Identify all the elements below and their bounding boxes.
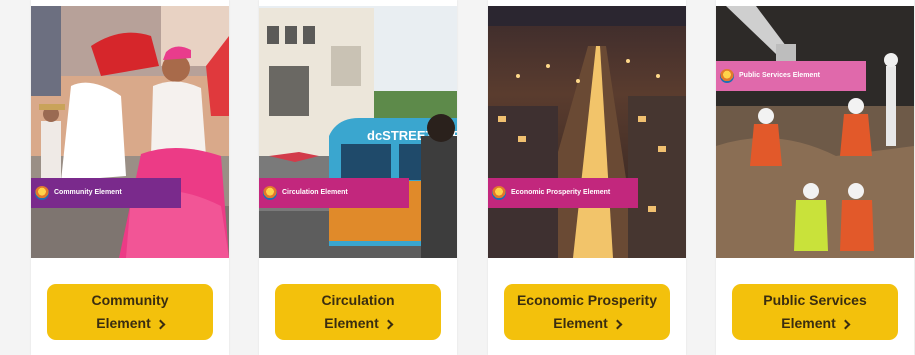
streetcar-photo: dcSTREETCAR bbox=[259, 6, 457, 258]
cover-title: Circulation Element bbox=[282, 189, 348, 197]
community-element-button[interactable]: Community Element bbox=[47, 284, 213, 340]
button-line-2: Element bbox=[324, 315, 379, 331]
button-line-2: Element bbox=[553, 315, 608, 331]
cover-title: Economic Prosperity Element bbox=[511, 189, 611, 197]
community-element-card: Community Element Community Element bbox=[31, 0, 229, 355]
community-element-cover[interactable]: Community Element bbox=[31, 6, 229, 258]
construction-workers-photo bbox=[716, 6, 914, 258]
circulation-element-card: dcSTREETCAR Circulation Element Circulat… bbox=[259, 0, 457, 355]
button-line-2: Element bbox=[96, 315, 151, 331]
button-line-1: Public Services bbox=[763, 292, 867, 308]
cover-title-band: Public Services Element bbox=[716, 61, 866, 91]
element-card-row: Community Element Community Element dcST… bbox=[0, 0, 915, 355]
chevron-right-icon bbox=[383, 319, 394, 329]
plan-logo-icon bbox=[263, 186, 277, 200]
circulation-element-cover[interactable]: dcSTREETCAR Circulation Element bbox=[259, 6, 457, 258]
cover-title-band: Circulation Element bbox=[259, 178, 409, 208]
economic-prosperity-element-button[interactable]: Economic Prosperity Element bbox=[504, 284, 670, 340]
economic-prosperity-element-cover[interactable]: Economic Prosperity Element bbox=[488, 6, 686, 258]
button-line-1: Community bbox=[91, 292, 169, 308]
dancer-photo bbox=[31, 6, 229, 258]
plan-logo-icon bbox=[720, 69, 734, 83]
button-line-2: Element bbox=[781, 315, 836, 331]
chevron-right-icon bbox=[155, 319, 166, 329]
button-line-1: Economic Prosperity bbox=[516, 292, 658, 308]
public-services-element-button[interactable]: Public Services Element bbox=[732, 284, 898, 340]
chevron-right-icon bbox=[612, 319, 623, 329]
public-services-element-cover[interactable]: Public Services Element bbox=[716, 6, 914, 258]
cover-title: Community Element bbox=[54, 189, 122, 197]
circulation-element-button[interactable]: Circulation Element bbox=[275, 284, 441, 340]
plan-logo-icon bbox=[492, 186, 506, 200]
plan-logo-icon bbox=[35, 186, 49, 200]
chevron-right-icon bbox=[840, 319, 851, 329]
public-services-element-card: Public Services Element Public Services … bbox=[716, 0, 914, 355]
city-night-photo bbox=[488, 6, 686, 258]
cover-title-band: Economic Prosperity Element bbox=[488, 178, 638, 208]
cover-title: Public Services Element bbox=[739, 72, 820, 80]
cover-title-band: Community Element bbox=[31, 178, 181, 208]
economic-prosperity-element-card: Economic Prosperity Element Economic Pro… bbox=[488, 0, 686, 355]
button-line-1: Circulation bbox=[321, 292, 395, 308]
